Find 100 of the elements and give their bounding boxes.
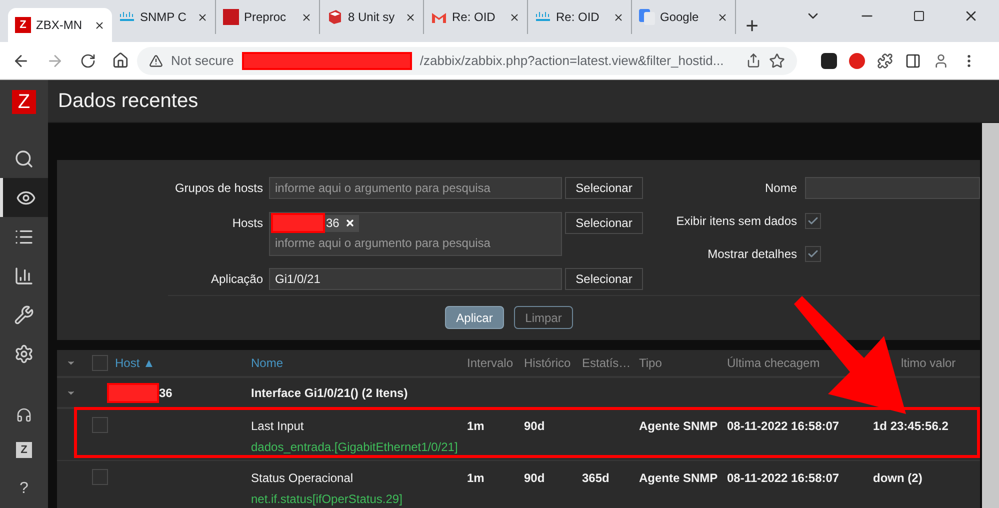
table-cell-text: 1d 23:45:56.2: [873, 418, 948, 435]
close-icon[interactable]: [613, 12, 624, 22]
browser-tab[interactable]: Z ZBX-MN: [8, 8, 112, 42]
host-chip[interactable]: 36: [325, 214, 360, 232]
checkbox[interactable]: [805, 246, 821, 262]
column-header: Tipo: [639, 355, 663, 372]
close-icon[interactable]: [197, 12, 208, 22]
column-header: Estatís…: [582, 355, 632, 372]
checkbox[interactable]: [92, 417, 108, 433]
close-icon[interactable]: [301, 12, 312, 22]
table-cell-text: 1m: [467, 470, 484, 487]
sidebar-item[interactable]: [0, 178, 48, 217]
table-cell-text: 365d: [582, 470, 610, 487]
check-icon: [807, 215, 819, 227]
tab-title: ZBX-MN: [36, 17, 83, 34]
name-field[interactable]: [805, 177, 980, 199]
column-header: ltimo valor: [900, 355, 957, 372]
tab-logo: Z: [15, 17, 31, 33]
address-bar[interactable]: Not secure /zabbix/zabbix.php?action=latest.view&filter_hostid...: [137, 46, 797, 74]
column-header: Histórico: [524, 355, 572, 372]
select-button[interactable]: Selecionar: [565, 268, 643, 290]
share-link[interactable]: Z: [16, 442, 32, 458]
tab-title: Re: OID: [452, 9, 496, 26]
table-cell-text: down (2): [873, 470, 922, 487]
network-logo-icon: [119, 11, 135, 23]
tab-title: SNMP C: [140, 9, 188, 26]
table-cell-text: 90d: [524, 418, 545, 435]
host-name: 36: [159, 384, 172, 402]
security-label: Not secure: [171, 52, 234, 70]
search-icon: [14, 148, 34, 168]
tab-title: 8 Unit sy: [348, 9, 396, 26]
maximize-icon[interactable]: [913, 10, 925, 22]
search-field[interactable]: informe aqui o argumento para pesquisa: [269, 177, 562, 199]
table-cell-text: 1m: [467, 418, 484, 435]
star-icon[interactable]: [769, 52, 785, 68]
check-icon: [807, 248, 819, 260]
bar-chart-icon: [14, 266, 34, 286]
browser-tab[interactable]: Re: OID: [528, 0, 632, 34]
item-name: Status Operacional: [251, 470, 354, 487]
field-placeholder: informe aqui o argumento para pesquisa: [274, 234, 492, 252]
mail-icon: [431, 11, 447, 23]
tab-title: Preproc: [244, 9, 288, 26]
browser-tab[interactable]: Re: OID: [424, 0, 528, 34]
close-icon[interactable]: [509, 12, 520, 22]
help-link[interactable]: ?: [20, 477, 28, 501]
column-header: Intervalo: [467, 355, 514, 372]
option-label: Mostrar detalhes: [706, 246, 797, 263]
new-tab-button[interactable]: +: [736, 8, 768, 42]
item-key-link[interactable]: dados_entrada.[GigabitEthernet1/0/21]: [251, 438, 458, 457]
book-icon: [327, 9, 343, 25]
redaction-mark: [107, 382, 159, 402]
wrench-icon: [14, 304, 34, 324]
table-cell-text: 90d: [524, 470, 545, 487]
select-button[interactable]: Selecionar: [565, 212, 643, 234]
puzzle-icon[interactable]: [877, 52, 893, 68]
checkbox[interactable]: [92, 355, 108, 371]
network-logo-icon: [535, 11, 551, 23]
browser-tab[interactable]: Preproc: [216, 0, 320, 34]
item-name: Last Input: [251, 418, 304, 435]
close-icon[interactable]: [405, 12, 416, 22]
column-header: Última checagem: [727, 355, 821, 372]
tab-title: Google: [660, 9, 700, 26]
browser-tab[interactable]: Google: [632, 0, 736, 34]
reset-button[interactable]: Limpar: [514, 306, 573, 329]
close-icon[interactable]: [717, 12, 728, 22]
reload-icon[interactable]: [80, 52, 96, 68]
extension-icon[interactable]: [821, 52, 837, 68]
group-title: Interface Gi1/0/21() (2 Itens): [251, 384, 409, 402]
table-cell-text: 08-11-2022 16:58:07: [727, 470, 840, 487]
side-panel-icon[interactable]: [905, 52, 921, 68]
page-title: Dados recentes: [58, 89, 198, 114]
remove-icon[interactable]: [345, 218, 356, 228]
hosts-field[interactable]: 36 informe aqui o argumento para pesquisa: [269, 212, 562, 256]
select-button[interactable]: Selecionar: [565, 177, 643, 199]
checkbox[interactable]: [805, 213, 821, 229]
share-icon[interactable]: [746, 53, 761, 68]
column-header[interactable]: Host ▲: [115, 354, 251, 372]
close-icon[interactable]: [94, 20, 105, 30]
column-header[interactable]: Nome: [251, 354, 467, 372]
browser-tab[interactable]: SNMP C: [112, 0, 216, 34]
field-label: Hosts: [231, 214, 263, 232]
checkbox[interactable]: [92, 469, 108, 485]
profile-icon[interactable]: [933, 52, 949, 68]
headset-icon[interactable]: [16, 407, 32, 423]
browser-tab[interactable]: 8 Unit sy: [320, 0, 424, 34]
item-key-link[interactable]: net.if.status[ifOperStatus.29]: [251, 490, 402, 508]
table-cell-text: 08-11-2022 16:58:07: [727, 418, 840, 435]
home-icon[interactable]: [112, 52, 129, 69]
tab-title: Re: OID: [556, 9, 600, 26]
apply-button[interactable]: Aplicar: [445, 306, 504, 329]
redaction-mark: [271, 213, 325, 234]
url-text: /zabbix/zabbix.php?action=latest.view&filter_hostid...: [420, 52, 724, 70]
table-cell-text: Agente SNMP: [639, 470, 718, 487]
gear-icon: [14, 344, 34, 364]
application-field[interactable]: Gi1/0/21: [269, 268, 562, 290]
table-cell-text: Agente SNMP: [639, 418, 718, 435]
field-label: Aplicação: [210, 271, 263, 288]
app-logo[interactable]: Z: [12, 90, 36, 114]
field-label: Grupos de hosts: [174, 180, 263, 197]
warning-icon: [149, 54, 163, 68]
